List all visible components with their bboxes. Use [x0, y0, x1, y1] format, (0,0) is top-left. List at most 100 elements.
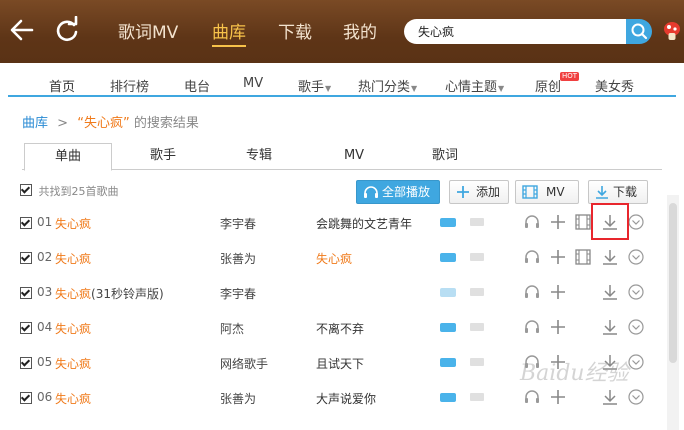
subnav-singers-label: 歌手: [298, 80, 325, 95]
row-checkbox[interactable]: [20, 287, 32, 299]
download-icon[interactable]: [601, 283, 619, 301]
song-title[interactable]: 失心疯: [55, 250, 91, 267]
breadcrumb-separator: >: [57, 116, 69, 131]
chevron-down-icon[interactable]: [627, 318, 645, 336]
album-name[interactable]: 大声说爱你: [316, 390, 376, 407]
row-checkbox[interactable]: [20, 322, 32, 334]
nav-lyrics-mv[interactable]: 歌词MV: [118, 18, 178, 43]
search-input[interactable]: [416, 23, 620, 39]
album-name[interactable]: 不离不弃: [316, 320, 364, 337]
row-checkbox[interactable]: [20, 252, 32, 264]
subnav-mood[interactable]: 心情主题▼: [445, 76, 504, 95]
table-row[interactable]: 03 失心疯(31秒铃声版) 李宇春: [0, 276, 684, 311]
tab-mv[interactable]: MV: [317, 143, 391, 169]
plus-icon[interactable]: [549, 283, 567, 301]
album-name[interactable]: 且试天下: [316, 355, 364, 372]
download-icon: [596, 186, 608, 199]
hd-badge: [440, 323, 456, 332]
search-button[interactable]: [626, 19, 652, 44]
song-title[interactable]: 失心疯: [55, 355, 91, 372]
singer-name[interactable]: 张善为: [220, 390, 256, 407]
select-all-checkbox[interactable]: [20, 184, 32, 196]
headphones-icon[interactable]: [523, 213, 541, 231]
film-icon[interactable]: [575, 213, 591, 231]
play-all-button[interactable]: 全部播放: [356, 180, 440, 204]
mv-label: MV: [546, 185, 565, 199]
download-icon[interactable]: [601, 388, 619, 406]
headphones-icon[interactable]: [523, 283, 541, 301]
nav-mine[interactable]: 我的: [343, 18, 377, 43]
refresh-icon[interactable]: [54, 16, 80, 44]
headphones-icon[interactable]: [523, 318, 541, 336]
tab-lyrics[interactable]: 歌词: [408, 143, 482, 169]
tab-albums[interactable]: 专辑: [222, 143, 296, 169]
download-icon[interactable]: [601, 248, 619, 266]
subnav-home[interactable]: 首页: [49, 76, 75, 95]
song-title[interactable]: 失心疯: [55, 390, 91, 407]
album-name[interactable]: 失心疯: [316, 250, 352, 267]
add-label: 添加: [476, 185, 501, 199]
singer-name[interactable]: 阿杰: [220, 320, 244, 337]
chevron-down-icon[interactable]: [627, 388, 645, 406]
mushroom-icon[interactable]: [662, 20, 682, 42]
table-row[interactable]: 04 失心疯 阿杰 不离不弃: [0, 311, 684, 346]
hd-badge: [440, 288, 456, 297]
singer-name[interactable]: 李宇春: [220, 285, 256, 302]
chevron-down-icon[interactable]: [627, 353, 645, 371]
headphones-icon[interactable]: [523, 248, 541, 266]
song-title-text: 失心疯: [55, 217, 92, 231]
row-checkbox[interactable]: [20, 357, 32, 369]
subnav-mood-label: 心情主题: [445, 80, 498, 95]
search-box: [404, 19, 626, 44]
singer-name[interactable]: 网络歌手: [220, 355, 268, 372]
scrollbar-thumb[interactable]: [669, 203, 677, 363]
top-bar: 歌词MV 曲库 下载 我的: [0, 0, 684, 63]
download-button[interactable]: 下载: [588, 180, 648, 204]
chevron-down-icon[interactable]: [627, 283, 645, 301]
singer-name[interactable]: 张善为: [220, 250, 256, 267]
row-number: 04: [37, 320, 53, 334]
scrollbar[interactable]: [667, 195, 679, 430]
subnav-charts[interactable]: 排行榜: [110, 76, 149, 95]
plus-icon[interactable]: [549, 388, 567, 406]
album-name[interactable]: 会跳舞的文艺青年: [316, 215, 412, 232]
subnav-radio[interactable]: 电台: [184, 76, 210, 95]
chevron-down-icon[interactable]: [627, 248, 645, 266]
hd-badge: [440, 218, 456, 227]
nav-download[interactable]: 下载: [278, 18, 312, 43]
plus-icon[interactable]: [549, 213, 567, 231]
row-number: 01: [37, 215, 53, 229]
plus-icon[interactable]: [549, 318, 567, 336]
subnav-beauty[interactable]: 美女秀: [595, 76, 634, 95]
chevron-down-icon[interactable]: [627, 213, 645, 231]
nav-library[interactable]: 曲库: [212, 18, 246, 47]
hd-badge: [440, 393, 456, 402]
row-checkbox[interactable]: [20, 217, 32, 229]
table-row[interactable]: 02 失心疯 张善为 失心疯: [0, 241, 684, 276]
mv-button[interactable]: MV: [515, 180, 579, 204]
singer-name[interactable]: 李宇春: [220, 215, 256, 232]
breadcrumb-root[interactable]: 曲库: [22, 116, 48, 131]
row-checkbox[interactable]: [20, 392, 32, 404]
subnav-categories[interactable]: 热门分类▼: [358, 76, 417, 95]
tab-singers[interactable]: 歌手: [126, 143, 200, 169]
subnav-singers[interactable]: 歌手▼: [298, 76, 331, 95]
headphones-icon[interactable]: [523, 388, 541, 406]
song-title[interactable]: 失心疯(31秒铃声版): [55, 285, 164, 302]
quality-bar: [470, 253, 484, 261]
watermark: Baidu经验: [520, 361, 629, 386]
table-row[interactable]: 01 失心疯 李宇春 会跳舞的文艺青年: [0, 206, 684, 241]
breadcrumb-suffix: 的搜索结果: [133, 116, 199, 131]
back-arrow-icon[interactable]: [8, 16, 36, 44]
download-icon[interactable]: [601, 318, 619, 336]
subnav-mv[interactable]: MV: [243, 76, 263, 91]
song-title[interactable]: 失心疯: [55, 320, 91, 337]
subnav-original[interactable]: 原创: [535, 76, 561, 95]
tab-songs[interactable]: 单曲: [24, 143, 112, 171]
quality-bar: [470, 323, 484, 331]
hd-badge: [440, 253, 456, 262]
film-icon[interactable]: [575, 248, 591, 266]
song-title[interactable]: 失心疯: [55, 215, 91, 232]
add-button[interactable]: 添加: [449, 180, 509, 204]
plus-icon[interactable]: [549, 248, 567, 266]
